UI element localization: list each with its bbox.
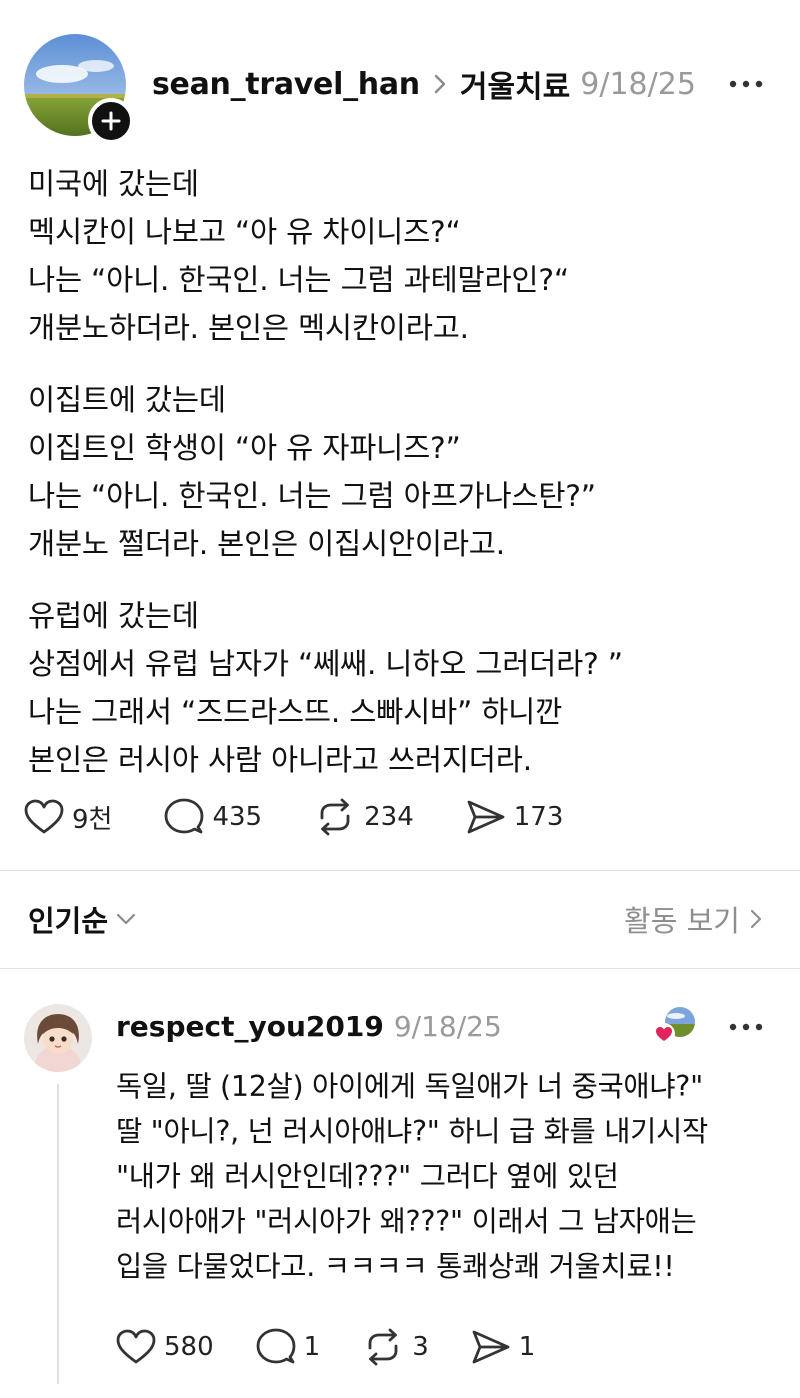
community-name[interactable]: 거울치료 <box>460 62 570 106</box>
repost-button[interactable]: 234 <box>314 798 414 836</box>
comment-line: 딸 "아니?, 넌 러시아애냐?" 하니 급 화를 내기시작 <box>116 1115 708 1148</box>
author-username[interactable]: sean_travel_han <box>152 67 420 102</box>
like-count: 9천 <box>72 804 113 835</box>
chevron-down-icon <box>116 913 136 925</box>
send-icon <box>472 1330 510 1364</box>
post-line: 나는 “아니. 한국인. 너는 그럼 과테말라인?“ <box>28 263 569 297</box>
post-paragraph: 미국에 갔는데 멕시칸이 나보고 “아 유 차이니즈?“ 나는 “아니. 한국인… <box>28 160 778 352</box>
comment-header: respect_you2019 9/18/25 <box>116 1006 502 1046</box>
post-line: 멕시칸이 나보고 “아 유 차이니즈?“ <box>28 215 461 249</box>
post-paragraph: 유럽에 갔는데 상점에서 유럽 남자가 “쎄쌔. 니하오 그러더라? ” 나는 … <box>28 592 778 784</box>
reply-button[interactable]: 435 <box>164 798 262 836</box>
comment-reply-button[interactable]: 1 <box>256 1328 321 1366</box>
comment-actions: 580 1 3 1 <box>116 1324 577 1370</box>
commenter-username[interactable]: respect_you2019 <box>116 1010 384 1043</box>
follow-button[interactable] <box>88 98 134 144</box>
thread-line <box>57 1084 59 1384</box>
comment-line: "내가 왜 러시안인데???" 그러다 옆에 있던 <box>116 1160 619 1193</box>
more-dots-icon <box>729 80 763 88</box>
comment-line: 독일, 딸 (12살) 아이에게 독일애가 너 중국애냐?" <box>116 1070 703 1103</box>
comment-share-count: 1 <box>518 1332 536 1362</box>
speech-bubble-icon <box>165 798 204 834</box>
chevron-right-icon <box>750 909 762 929</box>
sort-dropdown[interactable]: 인기순 <box>28 898 136 940</box>
speech-bubble-icon <box>256 1328 296 1364</box>
heart-icon <box>116 1329 156 1364</box>
divider <box>0 968 800 969</box>
like-button[interactable]: 9천 <box>24 799 112 836</box>
view-activity-link[interactable]: 활동 보기 <box>624 898 762 940</box>
sort-bar: 인기순 활동 보기 <box>0 872 800 968</box>
chevron-right-icon <box>434 74 446 94</box>
send-icon <box>467 800 505 834</box>
view-activity-label: 활동 보기 <box>624 904 740 938</box>
comment-line: 입을 다물었다고. ㅋㅋㅋㅋ 통쾌상쾌 거울치료!! <box>116 1250 675 1283</box>
comment-body: 독일, 딸 (12살) 아이에게 독일애가 너 중국애냐?" 딸 "아니?, 넌… <box>116 1064 786 1289</box>
post-more-button[interactable] <box>726 66 766 102</box>
post-line: 본인은 러시아 사람 아니라고 쓰러지더라. <box>28 743 532 777</box>
post-line: 유럽에 갔는데 <box>28 599 199 633</box>
post-body: 미국에 갔는데 멕시칸이 나보고 “아 유 차이니즈?“ 나는 “아니. 한국인… <box>28 160 778 808</box>
comment-like-button[interactable]: 580 <box>116 1329 214 1365</box>
comment-reply-count: 1 <box>303 1332 321 1362</box>
comment-more-button[interactable] <box>726 1010 766 1044</box>
post-date: 9/18/25 <box>580 66 696 102</box>
more-dots-icon <box>729 1023 763 1031</box>
comment: respect_you2019 9/18/25 독일, 딸 (12살) 아이에게 <box>0 970 800 1398</box>
repost-arrows-icon <box>368 1328 398 1366</box>
post-header: sean_travel_han 거울치료 9/18/25 <box>152 62 696 106</box>
reply-count: 435 <box>212 802 263 832</box>
share-button[interactable]: 173 <box>466 799 564 835</box>
comment-repost-button[interactable]: 3 <box>362 1328 429 1366</box>
sort-label: 인기순 <box>28 904 109 938</box>
post-line: 상점에서 유럽 남자가 “쎄쌔. 니하오 그러더라? ” <box>28 647 623 681</box>
heart-icon <box>24 799 64 834</box>
comment-date: 9/18/25 <box>393 1009 502 1043</box>
repost-count: 234 <box>364 802 414 832</box>
post-line: 이집트인 학생이 “아 유 자파니즈?” <box>28 431 461 465</box>
author-liked-badge <box>652 1004 702 1050</box>
plus-icon <box>101 111 121 131</box>
post-line: 나는 그래서 “즈드라스뜨. 스빠시바” 하니깐 <box>28 695 563 729</box>
commenter-avatar[interactable] <box>24 1004 92 1072</box>
post: sean_travel_han 거울치료 9/18/25 미국에 갔는데 멕시칸… <box>0 0 800 870</box>
post-paragraph: 이집트에 갔는데 이집트인 학생이 “아 유 자파니즈?” 나는 “아니. 한국… <box>28 376 778 568</box>
post-line: 미국에 갔는데 <box>28 167 199 201</box>
post-line: 개분노 쩔더라. 본인은 이집시안이라고. <box>28 527 505 561</box>
post-line: 개분노하더라. 본인은 멕시칸이라고. <box>28 311 469 345</box>
post-line: 나는 “아니. 한국인. 너는 그럼 아프가나스탄?” <box>28 479 596 513</box>
share-count: 173 <box>513 802 564 832</box>
post-actions: 9천 435 234 173 <box>24 794 615 840</box>
repost-arrows-icon <box>320 798 350 836</box>
comment-share-button[interactable]: 1 <box>471 1329 536 1365</box>
heart-icon <box>653 1023 675 1045</box>
post-line: 이집트에 갔는데 <box>28 383 226 417</box>
divider <box>0 870 800 871</box>
comment-like-count: 580 <box>164 1332 214 1362</box>
comment-line: 러시아애가 "러시아가 왜???" 이래서 그 남자애는 <box>116 1205 697 1238</box>
comment-repost-count: 3 <box>412 1332 429 1362</box>
